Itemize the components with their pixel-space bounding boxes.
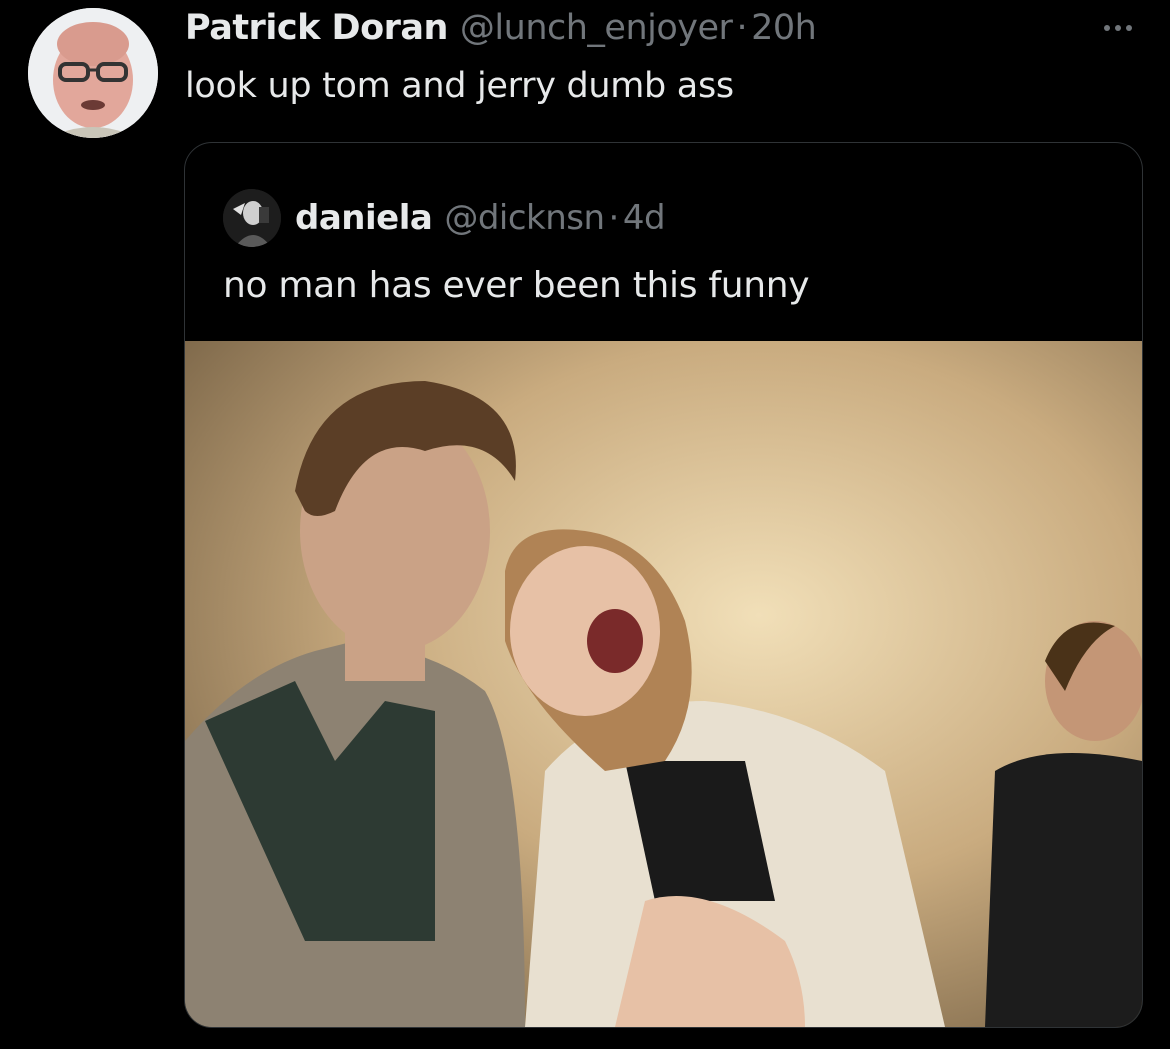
quoted-timestamp[interactable]: 4d (623, 198, 666, 238)
quoted-author-name[interactable]: daniela (295, 198, 433, 238)
quoted-tweet-text: no man has ever been this funny (223, 265, 810, 306)
tweet-header: Patrick Doran @lunch_enjoyer · 20h (185, 8, 817, 50)
more-dot (1104, 25, 1110, 31)
author-avatar[interactable] (28, 8, 158, 138)
quoted-tweet-photo[interactable] (185, 341, 1142, 1027)
photo-image (185, 341, 1142, 1027)
quoted-avatar-photo (223, 189, 281, 247)
timestamp[interactable]: 20h (751, 8, 817, 48)
quoted-author-avatar[interactable] (223, 189, 281, 247)
more-dot (1115, 25, 1121, 31)
tweet-text: look up tom and jerry dumb ass (185, 66, 734, 106)
quoted-tweet[interactable]: daniela @dicknsn · 4d no man has ever be… (184, 142, 1143, 1028)
quoted-tweet-header: daniela @dicknsn · 4d (223, 189, 666, 247)
tweet[interactable]: Patrick Doran @lunch_enjoyer · 20h look … (0, 0, 1170, 1049)
more-options-icon[interactable] (1098, 18, 1138, 38)
author-handle[interactable]: @lunch_enjoyer (460, 8, 733, 48)
more-dot (1126, 25, 1132, 31)
avatar-photo (28, 8, 158, 138)
quoted-author-handle[interactable]: @dicknsn (444, 198, 605, 238)
separator-dot: · (736, 8, 748, 48)
quoted-separator-dot: · (608, 198, 620, 238)
author-name[interactable]: Patrick Doran (185, 8, 448, 48)
